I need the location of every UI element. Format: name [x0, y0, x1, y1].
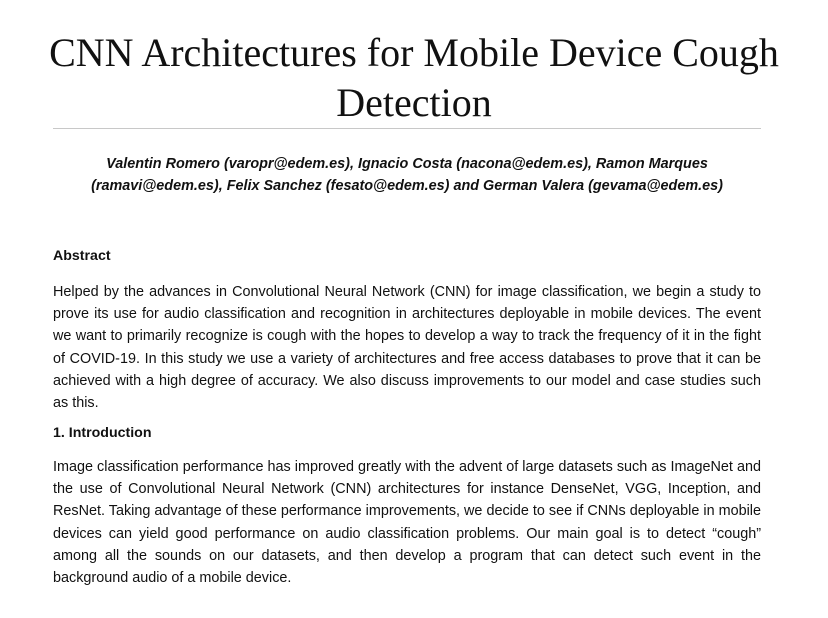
introduction-heading: 1. Introduction: [53, 425, 152, 441]
paper-title: CNN Architectures for Mobile Device Coug…: [49, 30, 779, 125]
introduction-text: Image classification performance has imp…: [53, 459, 761, 587]
abstract-text: Helped by the advances in Convolutional …: [53, 284, 761, 412]
abstract-heading: Abstract: [53, 248, 111, 264]
author-list: Valentin Romero (varopr@edem.es), Ignaci…: [91, 156, 723, 194]
title-divider: [53, 128, 761, 129]
paper-page: CNN Architectures for Mobile Device Coug…: [0, 0, 828, 618]
